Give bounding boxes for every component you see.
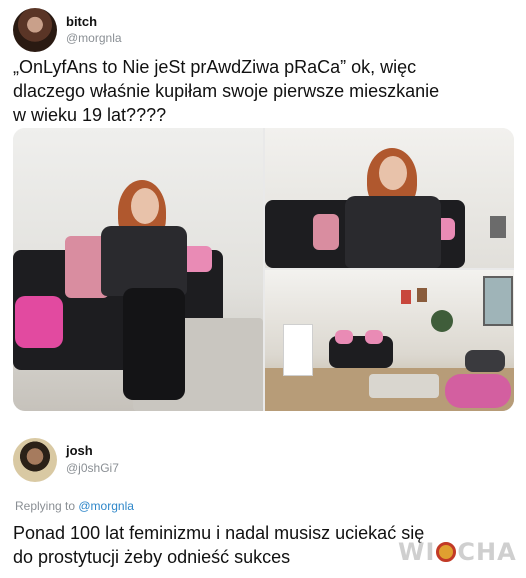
avatar[interactable]: [13, 438, 57, 482]
user-handle[interactable]: @j0shGi7: [66, 461, 119, 475]
tweet-text: „OnLyfAns to Nie jeSt prAwdZiwa pRaCa” o…: [13, 57, 440, 125]
face: [131, 188, 159, 224]
cushion: [335, 330, 353, 344]
avatar[interactable]: [13, 8, 57, 52]
poster: [401, 290, 411, 304]
pink-bag: [15, 296, 63, 348]
living-room-photo[interactable]: [265, 270, 514, 411]
replying-to-handle[interactable]: @morgnla: [78, 499, 134, 513]
pink-chair: [445, 374, 511, 408]
user-handle[interactable]: @morgnla: [66, 31, 122, 45]
desk: [465, 350, 505, 372]
woman-close-up-photo[interactable]: [265, 128, 514, 268]
window: [483, 276, 513, 326]
display-name[interactable]: bitch: [66, 14, 97, 29]
woman-on-sofa-photo[interactable]: [13, 128, 263, 411]
face: [379, 156, 407, 190]
cushion: [313, 214, 339, 250]
watermark-logo-icon: [436, 542, 457, 562]
shelf-object: [490, 216, 506, 238]
cushion: [365, 330, 383, 344]
jacket: [345, 196, 441, 268]
watermark-text-left: WI: [398, 538, 436, 566]
replying-to: Replying to @morgnla: [15, 499, 134, 513]
site-watermark: WI CHA: [398, 538, 518, 572]
replying-to-label: Replying to: [15, 499, 79, 513]
legs: [123, 288, 185, 400]
display-name[interactable]: josh: [66, 443, 93, 458]
rug: [369, 374, 439, 398]
photo-grid: [13, 128, 514, 411]
plant: [431, 310, 453, 332]
watermark-text-right: CHA: [457, 538, 517, 566]
shelf: [283, 324, 313, 376]
jacket: [101, 226, 187, 296]
poster: [417, 288, 427, 302]
